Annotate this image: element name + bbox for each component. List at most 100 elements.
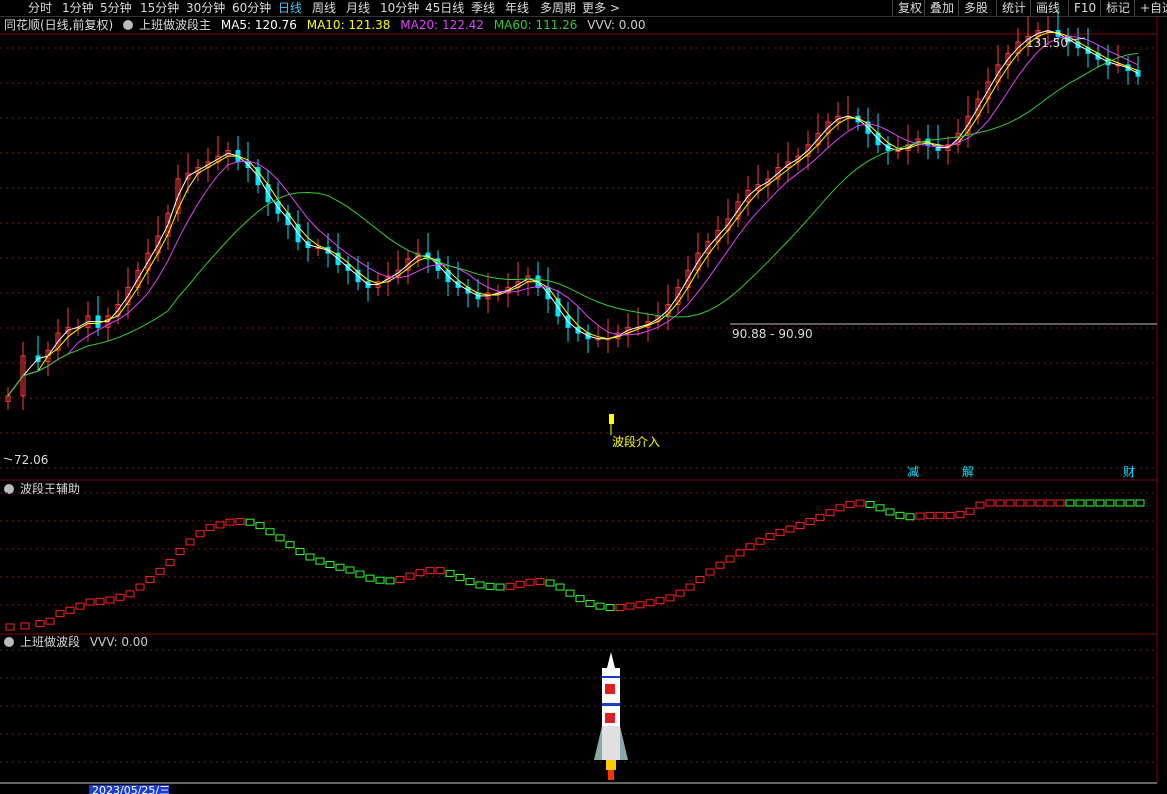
wave-step <box>355 570 365 578</box>
wave-step <box>315 557 325 565</box>
wave-step <box>905 513 915 521</box>
wave-step <box>965 507 975 515</box>
wave-step <box>585 599 595 607</box>
wave-step <box>5 623 15 631</box>
wave-step <box>35 620 45 628</box>
wave-step <box>765 533 775 541</box>
wave-step <box>1105 499 1115 507</box>
wave-step <box>625 602 635 610</box>
wave-step <box>595 602 605 610</box>
marker-jie: 解 <box>962 465 974 479</box>
wave-step <box>715 561 725 569</box>
date-axis-label: 2023/05/25/三 <box>92 784 170 794</box>
wave-step <box>185 538 195 546</box>
wave-step <box>435 567 445 575</box>
wave-step <box>425 567 435 575</box>
wave-step <box>365 574 375 582</box>
high-label: 131.50 <box>1026 36 1068 50</box>
wave-step <box>985 499 995 507</box>
wave-step <box>785 525 795 533</box>
wave-step <box>135 583 145 591</box>
wave-step <box>1095 499 1105 507</box>
wave-step <box>155 567 165 575</box>
wave-step <box>525 578 535 586</box>
wave-step <box>1045 499 1055 507</box>
wave-step <box>305 553 315 561</box>
wave-step <box>1135 499 1145 507</box>
wave-step <box>705 568 715 576</box>
wave-step <box>215 521 225 529</box>
wave-step <box>755 537 765 545</box>
marker-cai: 财 <box>1123 465 1135 479</box>
wave-step <box>815 513 825 521</box>
wave-step <box>945 511 955 519</box>
wave-step <box>655 597 665 605</box>
wave-step <box>875 504 885 512</box>
wave-step <box>325 561 335 569</box>
wave-step <box>465 578 475 586</box>
wave-step <box>505 582 515 590</box>
wave-step <box>45 617 55 625</box>
wave-step <box>75 602 85 610</box>
rocket-icon <box>594 652 628 780</box>
wave-step <box>85 598 95 606</box>
wave-step <box>545 579 555 587</box>
wave-step <box>115 593 125 601</box>
wave-step <box>535 578 545 586</box>
wave-step <box>915 512 925 520</box>
wave-step <box>855 499 865 507</box>
wave-step <box>955 511 965 519</box>
wave-step <box>125 590 135 598</box>
wave-step <box>895 511 905 519</box>
wave-step <box>685 583 695 591</box>
wave-step <box>375 576 385 584</box>
wave-step <box>935 511 945 519</box>
wave-step <box>20 622 30 630</box>
wave-step <box>405 572 415 580</box>
wave-step <box>165 558 175 566</box>
candles <box>5 10 1141 411</box>
wave-step <box>485 582 495 590</box>
wave-step <box>225 518 235 526</box>
wave-step <box>385 577 395 585</box>
wave-step <box>825 509 835 517</box>
wave-step <box>245 518 255 526</box>
wave-step <box>675 589 685 597</box>
wave-step <box>105 596 115 604</box>
wave-step <box>1055 499 1065 507</box>
wave-step <box>65 606 75 614</box>
wave-step <box>205 524 215 532</box>
wave-step <box>255 522 265 530</box>
wave-step <box>795 522 805 530</box>
wave-step <box>95 597 105 605</box>
wave-step <box>835 504 845 512</box>
wave-step <box>555 583 565 591</box>
wave-step <box>445 569 455 577</box>
wave-step <box>1015 499 1025 507</box>
wave-step <box>725 555 735 563</box>
low-arrow <box>3 457 13 461</box>
wave-step <box>195 530 205 538</box>
wave-step <box>1085 499 1095 507</box>
wave-step <box>565 589 575 597</box>
wave-step <box>775 528 785 536</box>
wave-step <box>925 511 935 519</box>
wave-step <box>335 563 345 571</box>
wave-step <box>285 541 295 549</box>
wave-step <box>665 594 675 602</box>
entry-label: 波段介入 <box>612 434 660 449</box>
wave-step <box>735 549 745 557</box>
wave-step <box>1065 499 1075 507</box>
wave-step <box>995 499 1005 507</box>
wave-step <box>495 583 505 591</box>
wave-step <box>975 501 985 509</box>
wave-step <box>865 500 875 508</box>
wave-step <box>475 581 485 589</box>
wave-step <box>345 566 355 574</box>
candlestick-chart[interactable]: 90.88 - 90.90 131.50 72.06 波段介入 减 解 财 20… <box>0 0 1167 794</box>
wave-steps <box>5 499 1145 631</box>
wave-step <box>1005 499 1015 507</box>
wave-step <box>575 595 585 603</box>
marker-jian: 减 <box>907 465 919 479</box>
entry-marker <box>609 414 614 424</box>
